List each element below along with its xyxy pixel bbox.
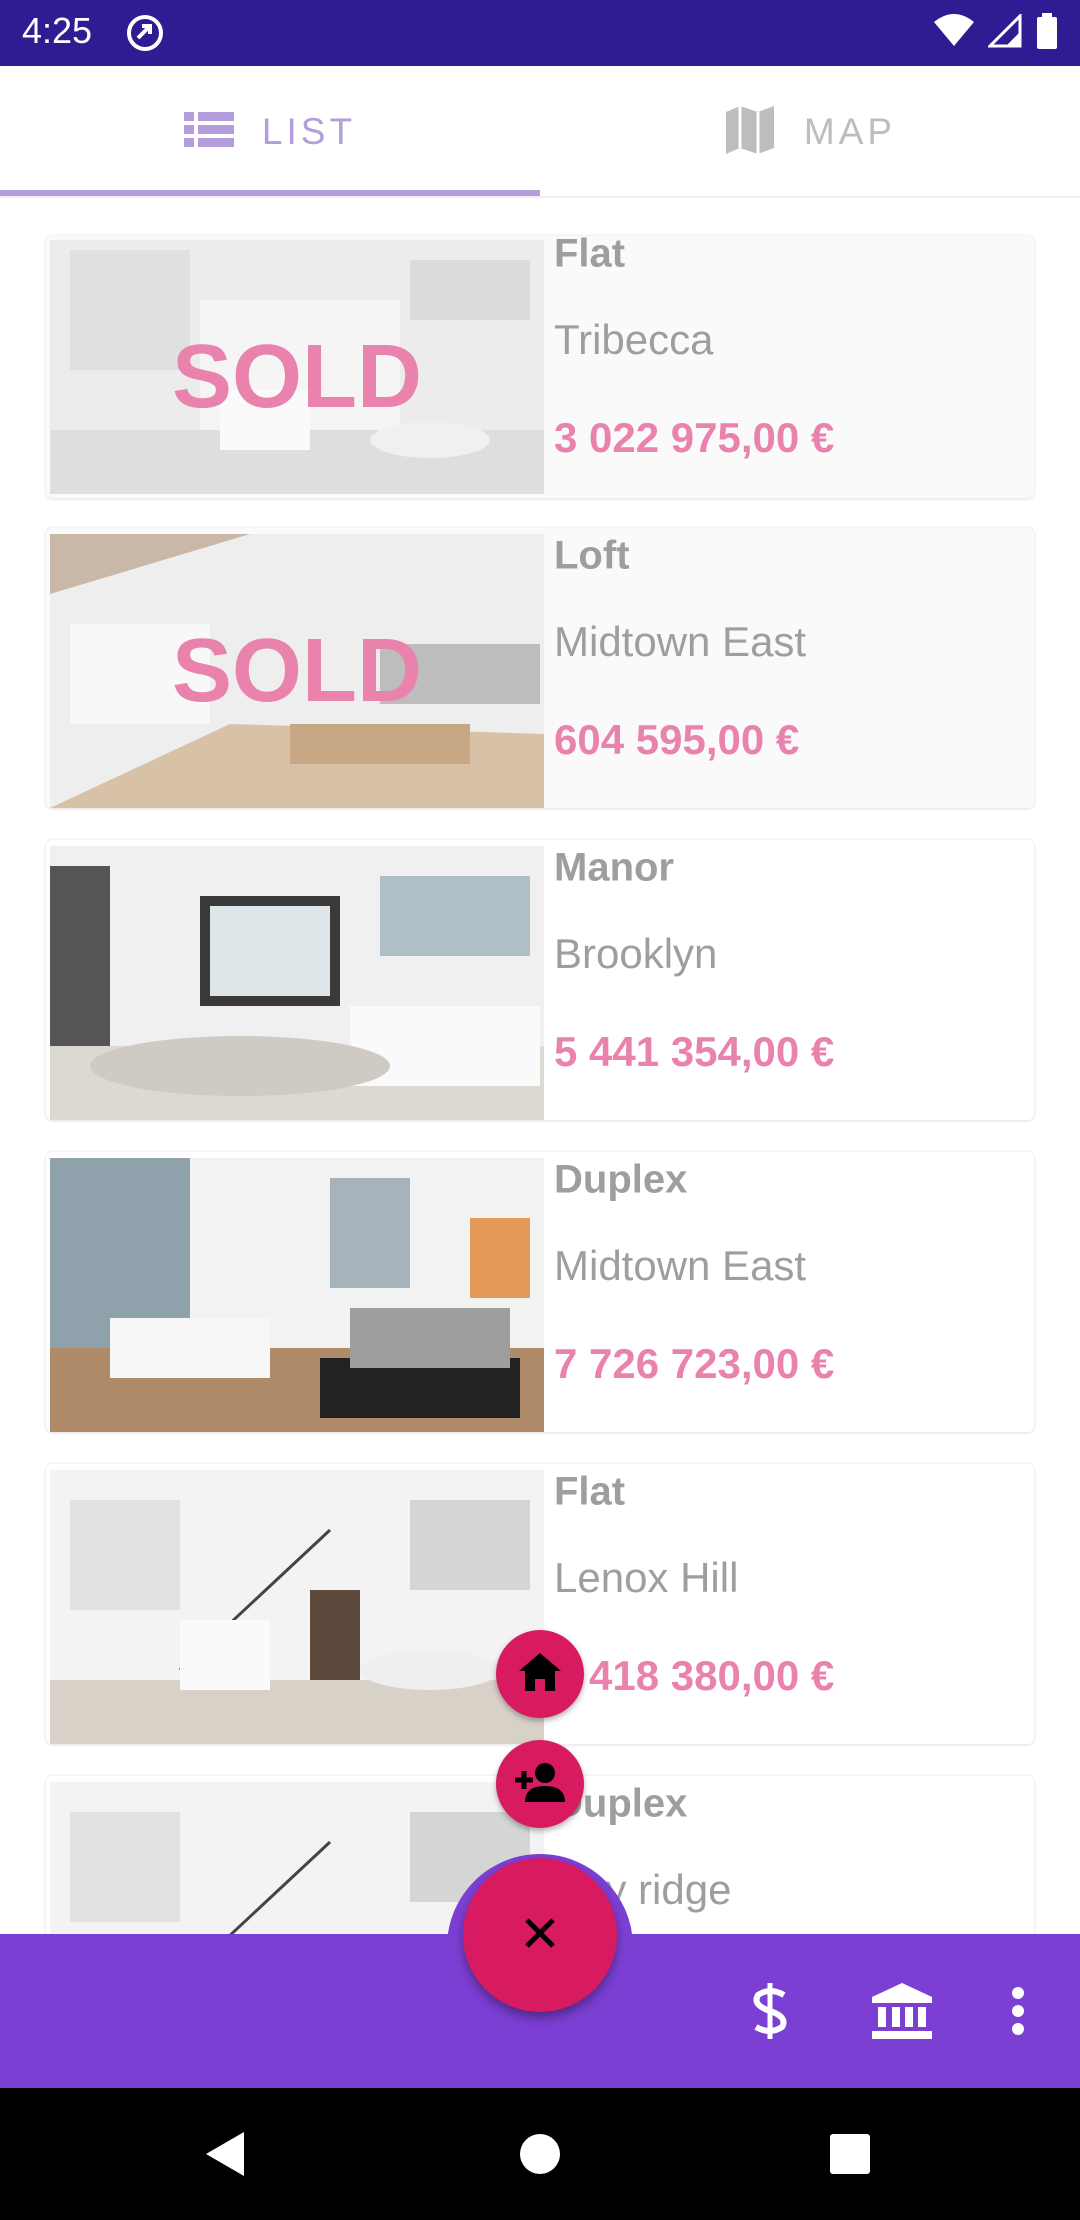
property-area: Midtown East — [554, 618, 807, 665]
property-card[interactable]: Manor Brooklyn 5 441 354,00 € — [46, 840, 1034, 1120]
map-icon — [724, 104, 776, 161]
add-agent-button[interactable] — [496, 1740, 584, 1828]
fab-menu-close-button[interactable] — [463, 1858, 617, 2012]
property-photo: SOLD — [50, 240, 544, 494]
list-icon — [183, 110, 234, 155]
property-price: 1 418 380,00 € — [554, 1652, 835, 1699]
signal-icon — [986, 11, 1022, 53]
home-circle-icon[interactable] — [480, 2088, 600, 2220]
property-photo — [50, 1470, 544, 1744]
recents-icon[interactable] — [790, 2088, 910, 2220]
battery-icon — [1036, 12, 1058, 54]
property-type: Flat — [554, 231, 626, 276]
home-icon — [517, 1651, 563, 1698]
tab-list-label: LIST — [261, 111, 357, 152]
add-property-button[interactable] — [496, 1630, 584, 1718]
property-type: Flat — [554, 1469, 626, 1514]
status-bar: 4:25 — [0, 0, 1080, 66]
tab-bar: LIST MAP — [0, 66, 1080, 198]
property-area: Lenox Hill — [554, 1554, 739, 1601]
tab-map[interactable]: MAP — [540, 66, 1080, 198]
property-type: Duplex — [554, 1157, 688, 1202]
dollar-icon[interactable] — [730, 1934, 810, 2088]
property-price: 7 726 723,00 € — [554, 1340, 835, 1387]
property-type: Manor — [554, 845, 674, 890]
more-vert-icon[interactable] — [978, 1934, 1058, 2088]
tab-list[interactable]: LIST — [0, 66, 540, 198]
sold-label: SOLD — [171, 620, 422, 721]
property-price: 3 022 975,00 € — [554, 414, 835, 461]
back-icon[interactable] — [166, 2088, 286, 2220]
property-price: 5 441 354,00 € — [554, 1028, 835, 1075]
status-time: 4:25 — [22, 10, 93, 51]
close-icon — [523, 1916, 557, 1955]
system-navigation-bar — [0, 2088, 1080, 2220]
status-icons — [934, 11, 1058, 54]
app-notification-icon — [126, 14, 164, 52]
wifi-icon — [934, 13, 974, 53]
add-person-icon — [513, 1762, 567, 1807]
property-type: Loft — [554, 533, 630, 578]
property-area: Tribecca — [554, 316, 714, 363]
bank-icon[interactable] — [862, 1934, 942, 2088]
tab-map-label: MAP — [803, 111, 897, 152]
property-card[interactable]: SOLD Loft Midtown East 604 595,00 € — [46, 528, 1034, 808]
property-photo — [50, 1158, 544, 1432]
property-card[interactable]: SOLD Flat Tribecca 3 022 975,00 € — [46, 232, 1034, 498]
sold-label: SOLD — [171, 326, 422, 427]
property-photo: SOLD — [50, 534, 544, 808]
property-area: Midtown East — [554, 1242, 807, 1289]
property-card[interactable]: Duplex Midtown East 7 726 723,00 € — [46, 1152, 1034, 1432]
property-photo — [50, 846, 544, 1120]
property-price: 604 595,00 € — [554, 716, 800, 763]
property-area: Brooklyn — [554, 930, 718, 977]
